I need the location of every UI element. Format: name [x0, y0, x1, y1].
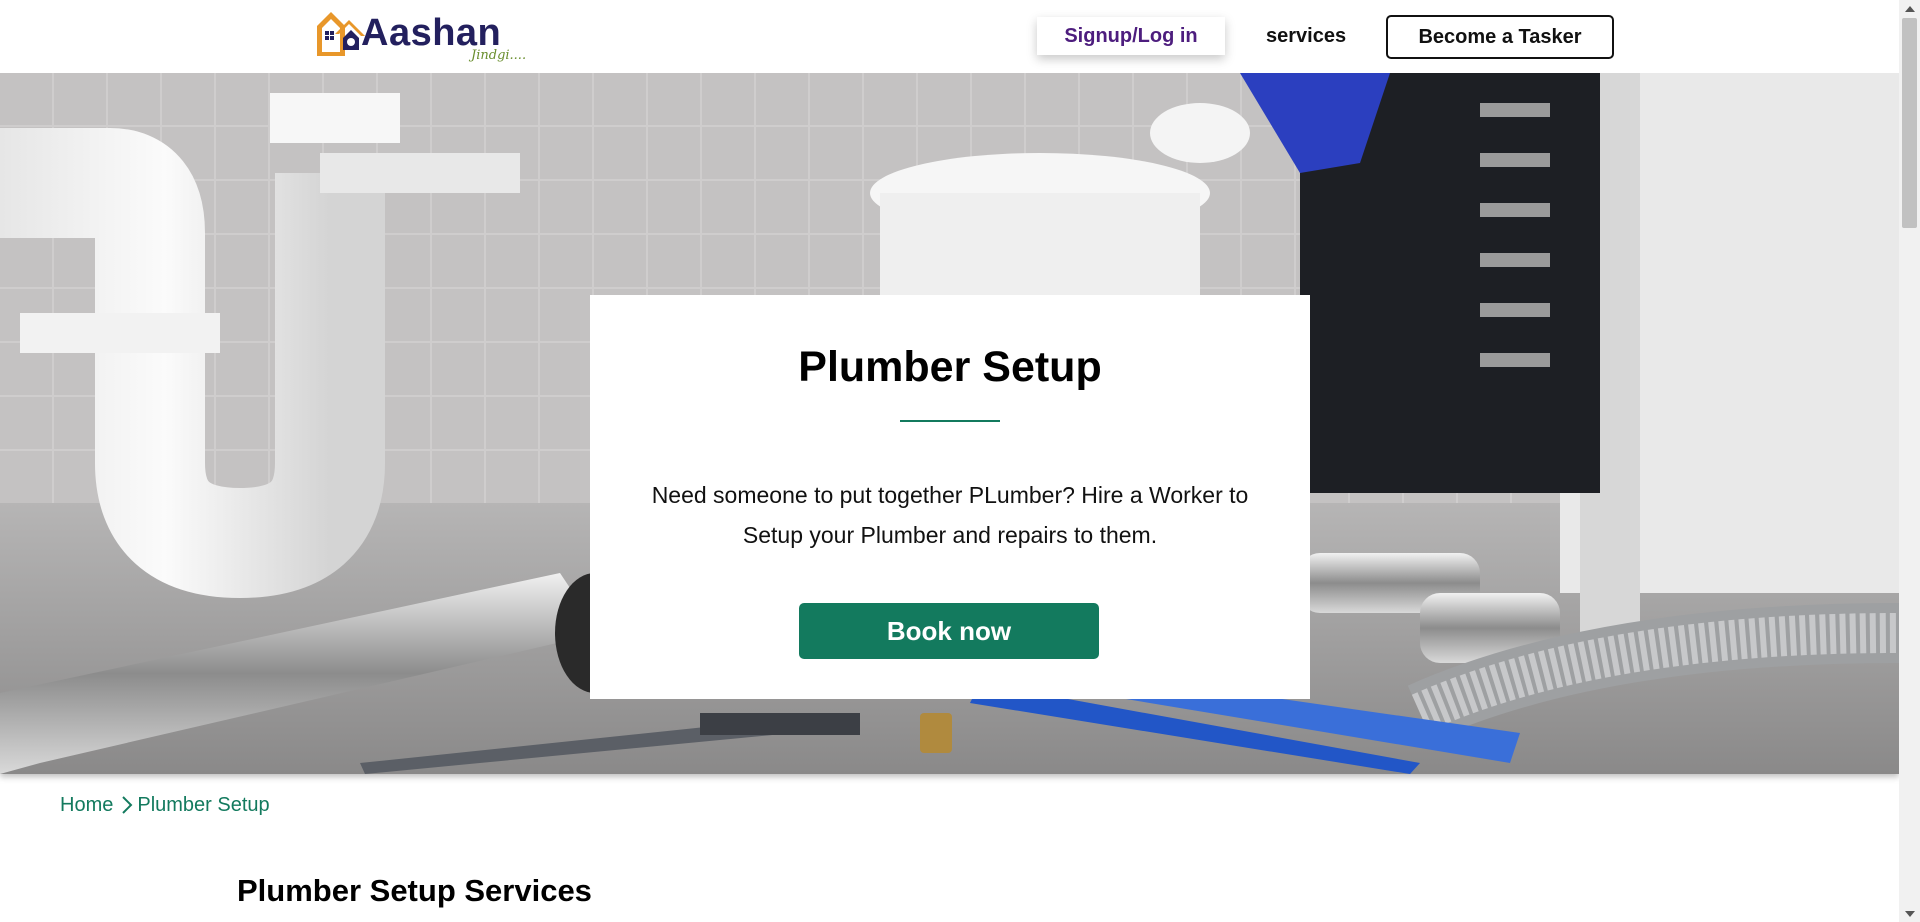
signup-login-button[interactable]: Signup/Log in	[1037, 17, 1225, 55]
section-title: Plumber Setup Services	[237, 873, 592, 908]
title-divider	[900, 420, 1000, 422]
become-tasker-button[interactable]: Become a Tasker	[1386, 15, 1614, 59]
brand-logo[interactable]: Aashan Jindgi....	[313, 4, 538, 68]
breadcrumb-current[interactable]: Plumber Setup	[137, 794, 269, 817]
breadcrumb: Home Plumber Setup	[60, 792, 270, 818]
services-link[interactable]: services	[1266, 17, 1346, 55]
chevron-right-icon	[121, 796, 133, 814]
scroll-up-icon[interactable]	[1899, 0, 1920, 17]
logo-wordmark: Aashan	[361, 12, 502, 54]
book-now-button[interactable]: Book now	[799, 603, 1099, 659]
hero-title: Plumber Setup	[798, 343, 1102, 391]
scrollbar-thumb[interactable]	[1902, 18, 1917, 228]
page-scrollbar[interactable]	[1899, 0, 1920, 922]
site-header: Aashan Jindgi.... Signup/Log in services…	[0, 0, 1899, 73]
logo-tagline: Jindgi....	[471, 48, 527, 63]
hero-banner: Plumber Setup Need someone to put togeth…	[0, 73, 1899, 774]
breadcrumb-home-link[interactable]: Home	[60, 794, 113, 817]
hero-card: Plumber Setup Need someone to put togeth…	[590, 295, 1310, 699]
hero-description: Need someone to put together PLumber? Hi…	[651, 482, 1249, 548]
scroll-down-icon[interactable]	[1899, 905, 1920, 922]
